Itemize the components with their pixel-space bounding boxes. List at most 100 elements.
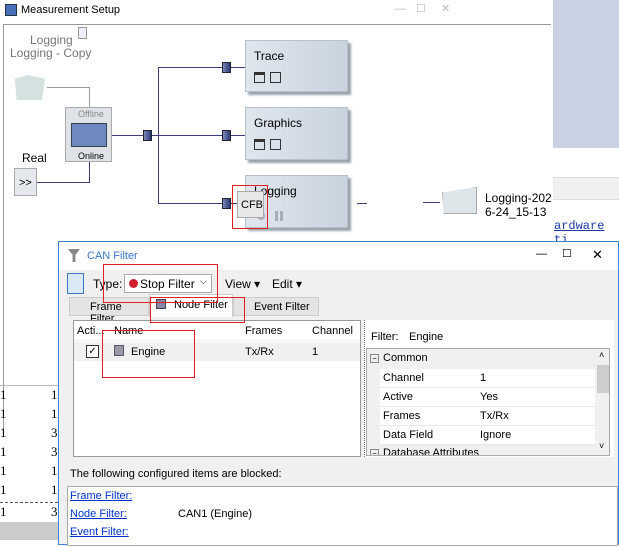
source-label-logging: Logging	[30, 33, 73, 47]
maximize-button[interactable]: ☐	[416, 2, 426, 15]
dialog-close-button[interactable]: ✕	[592, 247, 603, 263]
node-icon	[114, 345, 124, 356]
cell: 1	[0, 482, 7, 497]
group-database-attributes: Database Attributes	[383, 447, 480, 456]
row-frames: Tx/Rx	[245, 346, 274, 358]
cell: 1	[51, 482, 58, 497]
cell: 1	[0, 425, 7, 440]
trace-block[interactable]: Trace	[245, 40, 348, 92]
tab-node-filter[interactable]: Node Filter	[149, 294, 233, 317]
scrollbar[interactable]: ˄ ˅	[596, 349, 609, 455]
left-table: 1 1 1 1 1 3 1 3 1 1 1 1 1 3	[0, 385, 58, 545]
blocked-items: Frame Filter: Node Filter: CAN1 (Engine)…	[67, 486, 618, 546]
collapse-icon[interactable]: −	[370, 449, 379, 455]
page-icon	[78, 27, 87, 39]
row-name: Engine	[131, 346, 166, 358]
cell: 3	[51, 425, 58, 440]
chevron-down-icon: ⌵	[200, 276, 207, 286]
scroll-down-icon[interactable]: ˅	[599, 441, 604, 451]
column-header-channel[interactable]: Channel	[312, 325, 353, 337]
config-icon	[270, 72, 281, 83]
view-menu[interactable]: View ▾	[225, 277, 260, 291]
table-row[interactable]: ✓ Engine Tx/Rx 1	[74, 342, 360, 361]
dialog-titlebar: CAN Filter — ☐ ✕	[59, 242, 618, 270]
dialog-minimize-button[interactable]: —	[536, 248, 547, 260]
toggle-filter-button[interactable]	[67, 273, 84, 294]
close-button[interactable]: ✕	[441, 2, 450, 15]
right-panel-top	[553, 0, 619, 148]
stop-filter-icon	[129, 279, 138, 288]
connector[interactable]	[222, 198, 231, 209]
cell: 1	[0, 444, 7, 459]
graphics-block[interactable]: Graphics	[245, 107, 348, 160]
node-icon	[156, 299, 166, 309]
app-icon	[5, 4, 17, 16]
cell: 1	[0, 504, 7, 519]
cell: 1	[51, 463, 58, 478]
column-header-active[interactable]: Acti...	[77, 325, 105, 337]
real-label: Real	[22, 151, 47, 165]
source-label-logging-copy: Logging - Copy	[10, 46, 92, 60]
type-value: Stop Filter	[140, 277, 195, 291]
cell: 3	[51, 444, 58, 459]
switch-icon	[71, 123, 107, 147]
type-dropdown[interactable]: Stop Filter ⌵	[124, 274, 212, 293]
graphics-window-icon	[254, 139, 265, 150]
can-filter-dialog: CAN Filter — ☐ ✕ Type: Stop Filter ⌵ Vie…	[58, 241, 619, 546]
cell: 1	[51, 406, 58, 421]
node-filter-value: CAN1 (Engine)	[178, 508, 252, 520]
config-icon	[270, 139, 281, 150]
real-button[interactable]: >>	[14, 168, 37, 196]
cfb-block[interactable]: CFB	[237, 191, 264, 218]
edit-menu[interactable]: Edit ▾	[272, 277, 302, 291]
blocked-heading: The following configured items are block…	[70, 468, 282, 480]
frame-filter-link[interactable]: Frame Filter:	[70, 490, 132, 502]
offline-online-switch[interactable]: Offline Online	[65, 107, 112, 162]
active-checkbox[interactable]: ✓	[86, 345, 99, 358]
property-row[interactable]: Active Yes	[380, 388, 595, 407]
tab-frame-filter[interactable]: Frame Filter	[69, 297, 149, 325]
main-window-titlebar: Measurement Setup — ☐ ✕	[0, 0, 553, 22]
node-filter-link[interactable]: Node Filter:	[70, 508, 127, 520]
dialog-title: CAN Filter	[87, 250, 138, 262]
column-header-frames[interactable]: Frames	[245, 325, 282, 337]
column-header-name[interactable]: Name	[114, 325, 143, 337]
filter-value: Engine	[409, 331, 444, 343]
cell: 1	[51, 387, 58, 402]
output-file-line2: 6-24_15-13	[485, 205, 547, 219]
cell: 3	[51, 504, 58, 519]
scroll-up-icon[interactable]: ˄	[599, 350, 604, 360]
dialog-maximize-button[interactable]: ☐	[562, 247, 572, 260]
cell: 1	[0, 387, 7, 402]
minimize-button[interactable]: —	[395, 3, 406, 15]
property-row[interactable]: Channel 1	[380, 369, 595, 388]
filter-label: Filter:	[371, 331, 399, 343]
group-common: Common	[383, 352, 428, 364]
cell: 1	[0, 463, 7, 478]
online-label: Online	[78, 151, 105, 161]
collapse-icon[interactable]: −	[370, 354, 379, 363]
connector[interactable]	[222, 62, 231, 73]
pause-icon[interactable]	[275, 211, 283, 221]
property-grid[interactable]: − Common Channel 1 Active Yes Frames Tx/Rx …	[366, 348, 610, 456]
tab-event-filter[interactable]: Event Filter	[233, 297, 319, 316]
event-filter-link[interactable]: Event Filter:	[70, 526, 129, 538]
folder-icon[interactable]	[15, 75, 45, 100]
scroll-thumb[interactable]	[597, 365, 609, 393]
connector[interactable]	[222, 130, 231, 141]
property-row[interactable]: Frames Tx/Rx	[380, 407, 595, 426]
output-file-line1: Logging-202	[485, 191, 552, 205]
property-row[interactable]: Data Field Ignore	[380, 426, 595, 445]
list-header: Acti... Name Frames Channel	[74, 321, 360, 341]
trace-window-icon	[254, 72, 265, 83]
offline-label: Offline	[78, 109, 104, 119]
filter-list[interactable]: Acti... Name Frames Channel ✓ Engine Tx/…	[73, 320, 361, 457]
cell: 1	[0, 406, 7, 421]
window-title: Measurement Setup	[21, 4, 121, 16]
filter-icon	[68, 249, 80, 262]
properties-panel: Filter: Engine − Common Channel 1 Active Y…	[364, 320, 614, 457]
type-label: Type:	[93, 277, 123, 291]
connector[interactable]	[143, 130, 152, 141]
row-channel: 1	[312, 346, 319, 358]
right-panel-band	[553, 177, 619, 200]
